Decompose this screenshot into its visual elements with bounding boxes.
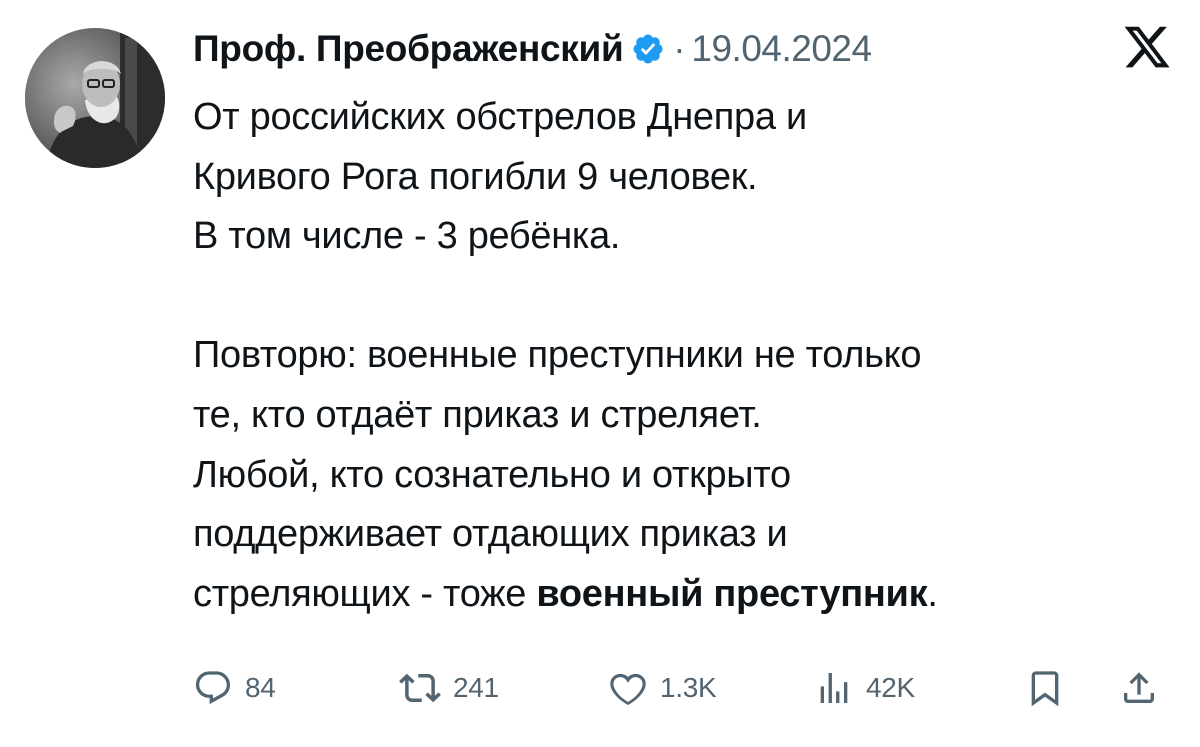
share-button[interactable]: [1119, 660, 1159, 716]
verified-badge-icon: [631, 32, 665, 66]
text-line-last: стреляющих - тоже военный преступник.: [193, 565, 1183, 625]
like-count: 1.3K: [660, 672, 717, 703]
x-logo-icon: [1122, 22, 1172, 72]
text-line: Повторю: военные преступники не только: [193, 334, 922, 377]
avatar[interactable]: [25, 28, 165, 168]
views-count: 42K: [866, 672, 915, 703]
text-line: поддерживает отдающих приказ и: [193, 513, 788, 556]
tweet-card: Проф. Преображенский · 19.04.2024 От рос…: [0, 0, 1200, 747]
tweet-header: Проф. Преображенский · 19.04.2024: [193, 22, 872, 76]
reply-icon: [193, 668, 233, 708]
views-icon: [814, 668, 854, 708]
text-segment: стреляющих - тоже: [193, 572, 537, 615]
share-icon: [1119, 668, 1159, 708]
views-button[interactable]: 42K: [814, 660, 915, 716]
like-icon: [608, 668, 648, 708]
bold-text-segment: военный преступник: [536, 572, 928, 615]
text-line: те, кто отдаёт приказ и стреляет.: [193, 393, 762, 436]
reply-count: 84: [245, 672, 276, 703]
post-date[interactable]: 19.04.2024: [691, 28, 872, 70]
text-line: От российских обстрелов Днепра и: [193, 96, 807, 138]
text-line: В том числе - 3 ребёнка.: [193, 215, 621, 258]
author-name[interactable]: Проф. Преображенский: [193, 28, 624, 70]
text-segment: .: [927, 572, 938, 615]
repost-icon: [399, 667, 441, 709]
action-bar: 84 241 1.3K 42K: [193, 660, 1173, 720]
avatar-photo: [25, 28, 165, 168]
bookmark-button[interactable]: [1025, 660, 1065, 716]
text-line: Кривого Рога погибли 9 человек.: [193, 155, 758, 198]
separator-dot: ·: [673, 28, 686, 69]
bookmark-icon: [1025, 668, 1065, 708]
text-line: Любой, кто сознательно и открыто: [193, 453, 791, 496]
tweet-text: От российских обстрелов Днепра и Кривого…: [193, 88, 1183, 624]
reply-button[interactable]: 84: [193, 660, 276, 716]
like-button[interactable]: 1.3K: [608, 660, 717, 716]
repost-count: 241: [453, 672, 499, 703]
repost-button[interactable]: 241: [399, 660, 499, 716]
